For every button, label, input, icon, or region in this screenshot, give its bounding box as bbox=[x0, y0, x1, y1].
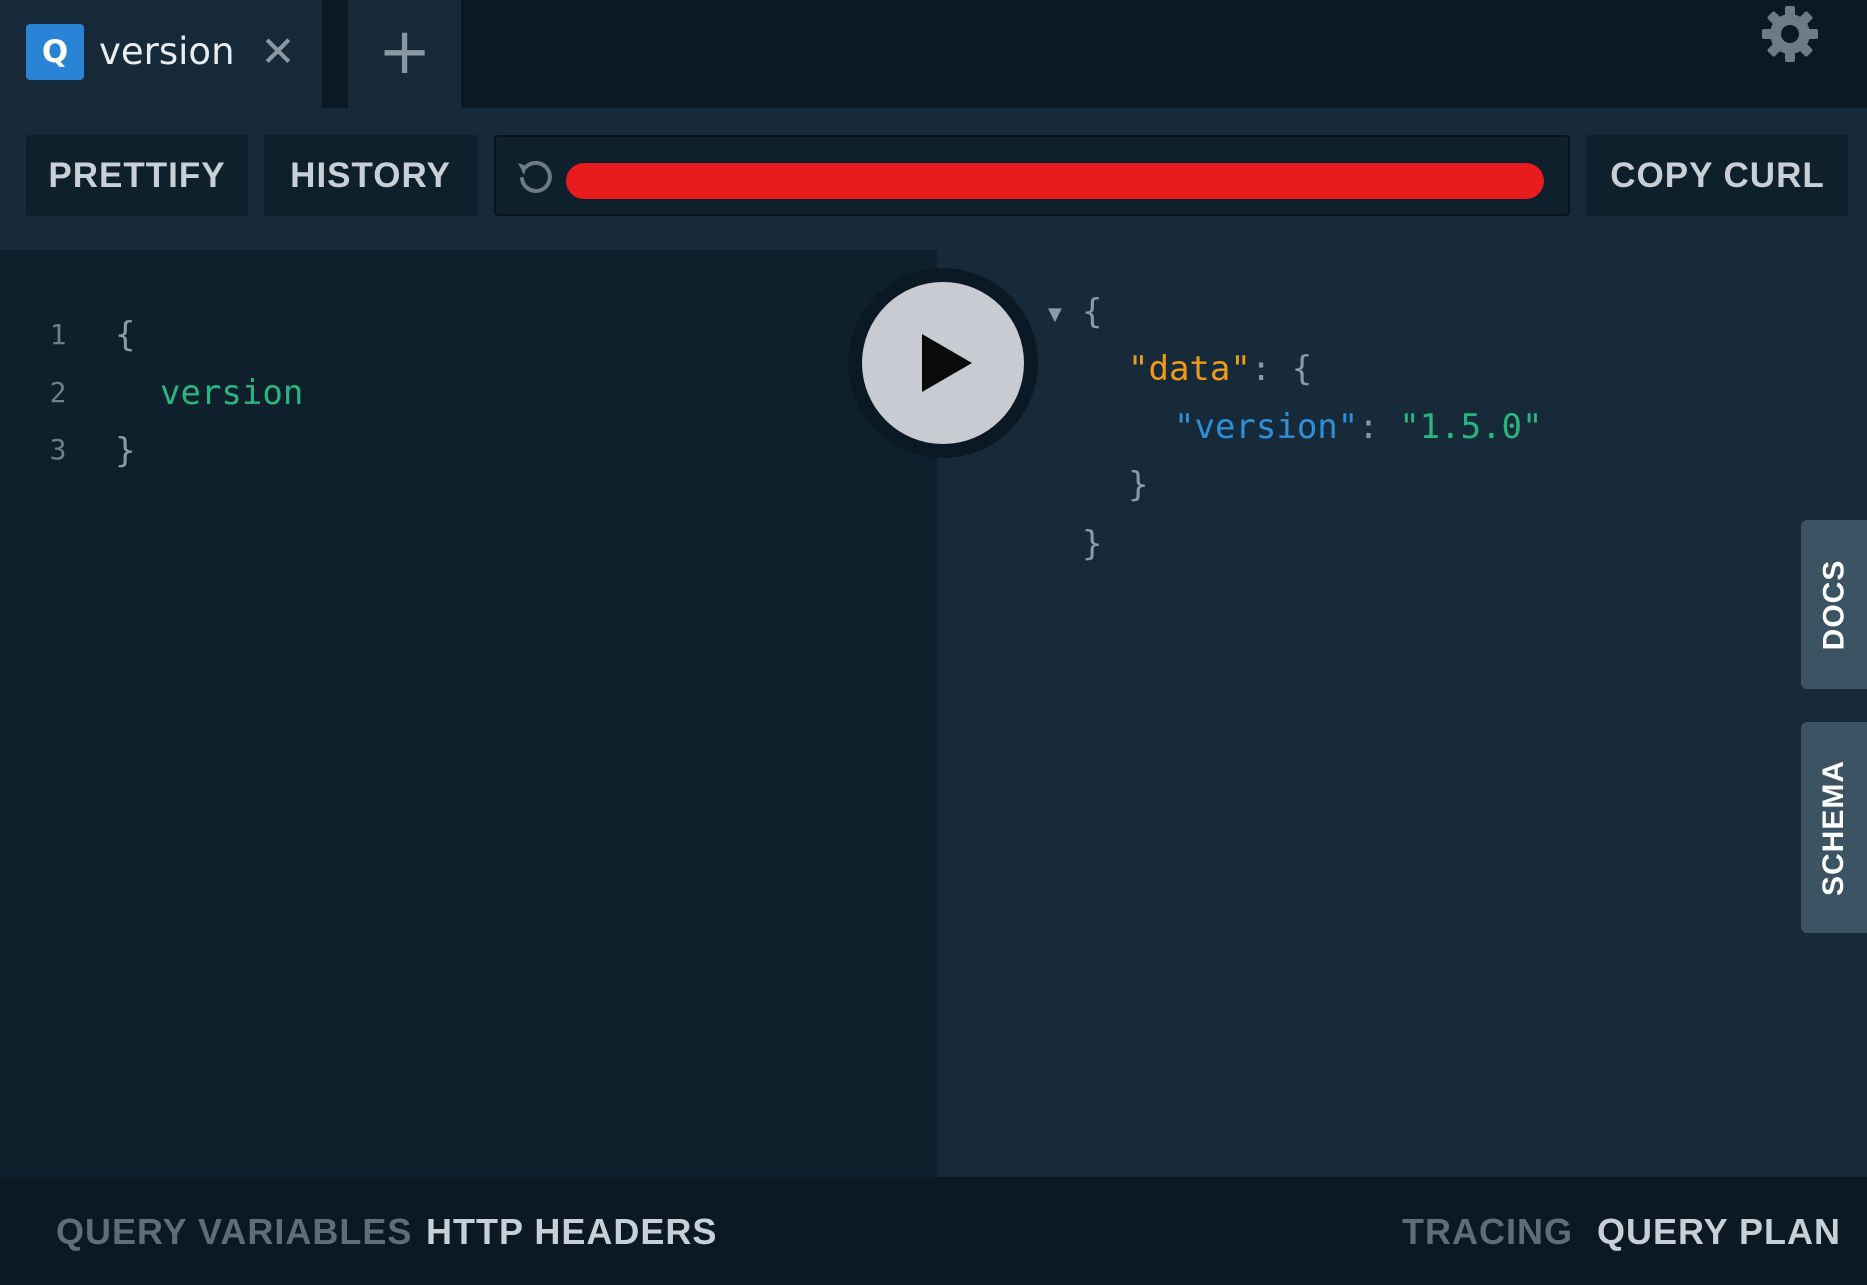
query-badge: Q bbox=[26, 24, 84, 80]
colon: : bbox=[1358, 407, 1379, 447]
tab-bar: Q version ✕ + bbox=[0, 0, 1867, 108]
history-button[interactable]: HISTORY bbox=[264, 135, 477, 216]
result-pane bbox=[937, 250, 1867, 1177]
docs-side-tab[interactable]: DOCS bbox=[1801, 520, 1867, 689]
close-icon[interactable]: ✕ bbox=[258, 30, 298, 74]
add-tab-button[interactable]: + bbox=[348, 0, 461, 108]
result-close-brace: } bbox=[1082, 524, 1103, 564]
result-open-brace: { bbox=[1082, 292, 1103, 332]
version-value: "1.5.0" bbox=[1399, 407, 1543, 447]
result-version-line: "version": "1.5.0" bbox=[1174, 402, 1543, 452]
tracing-tab[interactable]: TRACING bbox=[1402, 1209, 1573, 1255]
redaction-mark bbox=[566, 163, 1544, 199]
collapse-arrow-icon[interactable]: ▼ bbox=[1048, 304, 1062, 325]
line-number: 1 bbox=[49, 318, 67, 351]
bottom-bar: QUERY VARIABLES HTTP HEADERS TRACING QUE… bbox=[0, 1177, 1867, 1285]
version-key: "version" bbox=[1174, 407, 1359, 447]
query-tab[interactable]: Q version ✕ bbox=[0, 0, 322, 108]
toolbar: PRETTIFY HISTORY COPY CURL bbox=[0, 108, 1867, 250]
endpoint-url-input[interactable] bbox=[494, 135, 1570, 216]
gear-icon[interactable] bbox=[1758, 2, 1822, 66]
copy-curl-button[interactable]: COPY CURL bbox=[1587, 135, 1848, 216]
colon: : bbox=[1250, 349, 1272, 389]
query-plan-tab[interactable]: QUERY PLAN bbox=[1597, 1209, 1841, 1255]
tab-title: version bbox=[99, 30, 235, 73]
code-line: version bbox=[160, 373, 304, 413]
query-editor[interactable]: 1 { 2 version 3 } bbox=[0, 250, 937, 1177]
code-line: { bbox=[115, 315, 136, 355]
prettify-button[interactable]: PRETTIFY bbox=[26, 135, 248, 216]
http-headers-tab[interactable]: HTTP HEADERS bbox=[426, 1209, 717, 1255]
line-number: 2 bbox=[49, 376, 67, 409]
query-variables-tab[interactable]: QUERY VARIABLES bbox=[56, 1209, 412, 1255]
reload-icon[interactable] bbox=[514, 155, 558, 199]
play-icon[interactable] bbox=[922, 334, 972, 392]
schema-side-tab[interactable]: SCHEMA bbox=[1801, 722, 1867, 933]
code-line: } bbox=[115, 431, 136, 471]
data-close-brace: } bbox=[1128, 465, 1149, 505]
data-open-brace: { bbox=[1291, 349, 1313, 389]
data-key: "data" bbox=[1128, 349, 1251, 389]
result-data-line: "data": { bbox=[1128, 344, 1312, 394]
schema-label: SCHEMA bbox=[1817, 759, 1851, 896]
line-number: 3 bbox=[49, 433, 67, 466]
docs-label: DOCS bbox=[1817, 559, 1850, 650]
